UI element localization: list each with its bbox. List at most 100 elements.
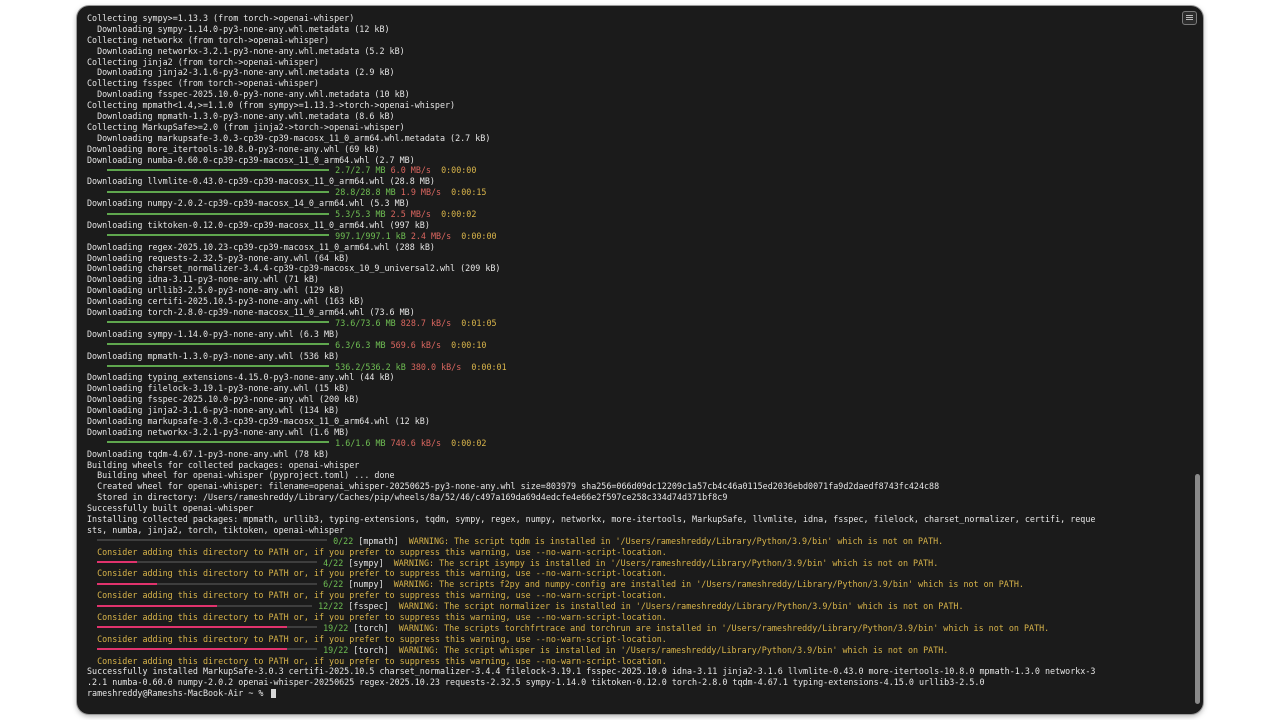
- terminal-line: Collecting sympy>=1.13.3 (from torch->op…: [87, 13, 355, 23]
- terminal-line: Downloading idna-3.11-py3-none-any.whl (…: [87, 274, 319, 285]
- download-progress-bar: [107, 234, 330, 237]
- download-speed: 569.6 kB/s: [390, 339, 442, 350]
- warning-text: WARNING: The script tqdm is installed in…: [408, 535, 944, 546]
- install-count: 19/22: [323, 622, 349, 633]
- warning-hint: Consider adding this directory to PATH o…: [87, 633, 667, 644]
- text-cursor[interactable]: [270, 689, 276, 699]
- install-progress-row: 0/22 [mpmath] WARNING: The script tqdm i…: [87, 536, 1185, 547]
- install-progress-track: [137, 561, 318, 564]
- warning-text: WARNING: The script whisper is installed…: [398, 644, 949, 655]
- terminal-line: Downloading sympy-1.14.0-py3-none-any.wh…: [87, 328, 340, 339]
- terminal-line: Downloading fsspec-2025.10.0-py3-none-an…: [87, 394, 360, 405]
- download-progress-bar: [107, 441, 330, 444]
- install-progress-row: 4/22 [sympy] WARNING: The script isympy …: [87, 558, 1185, 569]
- terminal-line: Downloading charset_normalizer-3.4.4-cp3…: [87, 263, 501, 274]
- install-progress-row: 6/22 [numpy] WARNING: The scripts f2py a…: [87, 579, 1185, 590]
- download-speed: 380.0 kB/s: [410, 361, 462, 372]
- prompt-line[interactable]: rameshreddy@Rameshs-MacBook-Air ~ %: [87, 688, 1185, 699]
- warning-hint: Consider adding this directory to PATH o…: [87, 568, 667, 579]
- download-speed: 828.7 kB/s: [400, 317, 452, 328]
- warning-text: WARNING: The scripts torchfrtrace and to…: [398, 622, 1050, 633]
- terminal-line: Installing collected packages: mpmath, u…: [87, 513, 1096, 524]
- terminal-line: Downloading mpmath-1.3.0-py3-none-any.wh…: [87, 350, 340, 361]
- download-progress-bar: [107, 321, 330, 324]
- terminal-line: Successfully built openai-whisper: [87, 503, 254, 514]
- download-speed: 740.6 kB/s: [390, 437, 442, 448]
- install-package: [sympy]: [348, 557, 384, 568]
- warning-hint: Consider adding this directory to PATH o…: [87, 590, 667, 601]
- download-progress-row: 997.1/997.1 kB 2.4 MB/s 0:00:00: [87, 231, 1185, 242]
- terminal-line: Downloading torch-2.8.0-cp39-none-macosx…: [87, 307, 415, 318]
- download-progress-bar: [107, 343, 330, 346]
- download-progress-row: 73.6/73.6 MB 828.7 kB/s 0:01:05: [87, 318, 1185, 329]
- download-eta: 0:00:10: [451, 339, 487, 350]
- terminal-line: Collecting MarkupSafe>=2.0 (from jinja2-…: [87, 121, 405, 132]
- download-size: 5.3/5.3 MB: [335, 209, 386, 220]
- warning-text: WARNING: The script normalizer is instal…: [398, 601, 964, 612]
- install-progress-bar: [97, 604, 218, 607]
- terminal-line: Downloading requests-2.32.5-py3-none-any…: [87, 252, 350, 263]
- install-package: [fsspec]: [348, 601, 389, 612]
- download-size: 997.1/997.1 kB: [335, 230, 406, 241]
- install-progress-track: [287, 626, 318, 629]
- terminal-line: Building wheel for openai-whisper (pypro…: [87, 470, 395, 481]
- download-progress-row: 28.8/28.8 MB 1.9 MB/s 0:00:15: [87, 187, 1185, 198]
- terminal-window[interactable]: Collecting sympy>=1.13.3 (from torch->op…: [77, 6, 1203, 714]
- install-count: 4/22: [323, 557, 344, 568]
- download-speed: 2.5 MB/s: [390, 209, 431, 220]
- warning-hint: Consider adding this directory to PATH o…: [87, 611, 667, 622]
- warning-text: WARNING: The scripts f2py and numpy-conf…: [393, 579, 1024, 590]
- terminal-line: Downloading numpy-2.0.2-cp39-cp39-macosx…: [87, 198, 410, 209]
- install-progress-bar: [97, 582, 158, 585]
- terminal-line: Downloading markupsafe-3.0.3-cp39-cp39-m…: [87, 415, 430, 426]
- terminal-line: Downloading llvmlite-0.43.0-cp39-cp39-ma…: [87, 176, 435, 187]
- install-count: 0/22: [333, 535, 354, 546]
- terminal-line: Downloading mpmath-1.3.0-py3-none-any.wh…: [87, 111, 395, 122]
- download-progress-row: 6.3/6.3 MB 569.6 kB/s 0:00:10: [87, 340, 1185, 351]
- download-progress-row: 5.3/5.3 MB 2.5 MB/s 0:00:02: [87, 209, 1185, 220]
- download-size: 2.7/2.7 MB: [335, 165, 386, 176]
- terminal-line: Downloading sympy-1.14.0-py3-none-any.wh…: [87, 23, 390, 34]
- terminal-line: Downloading numba-0.60.0-cp39-cp39-macos…: [87, 154, 415, 165]
- download-progress-row: 1.6/1.6 MB 740.6 kB/s 0:00:02: [87, 438, 1185, 449]
- download-eta: 0:01:05: [461, 317, 497, 328]
- install-progress-bar: [97, 626, 288, 629]
- download-size: 536.2/536.2 kB: [335, 361, 406, 372]
- scrollbar-thumb[interactable]: [1195, 474, 1200, 704]
- download-eta: 0:00:02: [451, 437, 487, 448]
- terminal-line: Downloading fsspec-2025.10.0-py3-none-an…: [87, 89, 410, 100]
- warning-hint: Consider adding this directory to PATH o…: [87, 655, 667, 666]
- terminal-line: Successfully installed MarkupSafe-3.0.3 …: [87, 666, 1096, 677]
- terminal-line: sts, numba, jinja2, torch, tiktoken, ope…: [87, 524, 345, 535]
- install-package: [torch]: [353, 622, 389, 633]
- download-progress-row: 536.2/536.2 kB 380.0 kB/s 0:00:01: [87, 362, 1185, 373]
- download-size: 73.6/73.6 MB: [335, 317, 396, 328]
- terminal-line: Downloading networkx-3.2.1-py3-none-any.…: [87, 426, 350, 437]
- terminal-line: Downloading regex-2025.10.23-cp39-cp39-m…: [87, 241, 435, 252]
- install-progress-row: 19/22 [torch] WARNING: The scripts torch…: [87, 623, 1185, 634]
- install-progress-row: 19/22 [torch] WARNING: The script whispe…: [87, 645, 1185, 656]
- terminal-line: Downloading certifi-2025.10.5-py3-none-a…: [87, 296, 365, 307]
- terminal-line: Created wheel for openai-whisper: filena…: [87, 481, 940, 492]
- terminal-line: Downloading networkx-3.2.1-py3-none-any.…: [87, 45, 405, 56]
- install-count: 19/22: [323, 644, 349, 655]
- terminal-output[interactable]: Collecting sympy>=1.13.3 (from torch->op…: [87, 13, 1185, 714]
- install-package: [numpy]: [348, 579, 384, 590]
- terminal-line: Downloading urllib3-2.5.0-py3-none-any.w…: [87, 285, 345, 296]
- terminal-line: Downloading filelock-3.19.1-py3-none-any…: [87, 383, 350, 394]
- download-size: 28.8/28.8 MB: [335, 187, 396, 198]
- download-progress-bar: [107, 365, 330, 367]
- download-eta: 0:00:01: [471, 361, 507, 372]
- download-progress-row: 2.7/2.7 MB 6.0 MB/s 0:00:00: [87, 165, 1185, 176]
- download-eta: 0:00:02: [441, 209, 477, 220]
- terminal-line: Stored in directory: /Users/rameshreddy/…: [87, 492, 728, 503]
- terminal-line: Downloading jinja2-3.1.6-py3-none-any.wh…: [87, 67, 395, 78]
- terminal-line: Downloading tqdm-4.67.1-py3-none-any.whl…: [87, 448, 330, 459]
- terminal-line: Downloading typing_extensions-4.15.0-py3…: [87, 372, 395, 383]
- terminal-line: .2.1 numba-0.60.0 numpy-2.0.2 openai-whi…: [87, 677, 985, 688]
- terminal-line: Downloading markupsafe-3.0.3-cp39-cp39-m…: [87, 132, 491, 143]
- download-progress-bar: [107, 190, 330, 193]
- install-package: [mpmath]: [358, 535, 399, 546]
- terminal-line: Downloading more_itertools-10.8.0-py3-no…: [87, 143, 380, 154]
- install-package: [torch]: [353, 644, 389, 655]
